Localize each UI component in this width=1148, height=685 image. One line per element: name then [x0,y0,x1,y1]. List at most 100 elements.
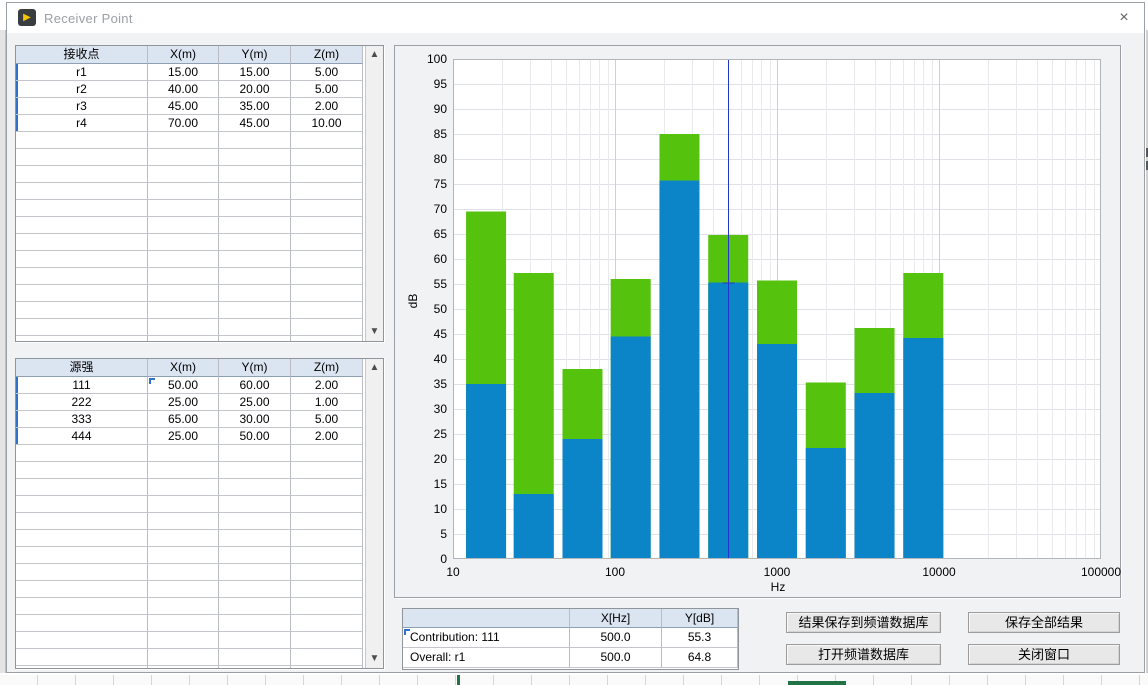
table-cell[interactable] [291,581,363,598]
table-cell[interactable]: 45.00 [148,98,219,115]
table-cell[interactable] [148,336,219,341]
table-cell[interactable] [16,581,148,598]
table-row-empty[interactable] [16,496,365,513]
table-cell[interactable] [148,217,219,234]
table-row[interactable]: 44425.0050.002.00 [16,428,365,445]
table-row-empty[interactable] [16,132,365,149]
table-cell[interactable]: 2.00 [291,98,363,115]
source-strength-table[interactable]: 源强X(m)Y(m)Z(m)11150.0060.002.0022225.002… [15,358,384,669]
table-cell[interactable] [148,632,219,649]
chart-plot-area[interactable] [453,59,1101,559]
table-cell[interactable]: 60.00 [219,377,291,394]
save-results-to-spectrum-db-button[interactable]: 结果保存到频谱数据库 [786,612,941,633]
table-cell[interactable] [291,302,363,319]
table-row[interactable]: r115.0015.005.00 [16,64,365,81]
table-cell[interactable] [16,183,148,200]
table-row-empty[interactable] [16,200,365,217]
table-cell[interactable] [148,166,219,183]
table-cell[interactable] [291,319,363,336]
table-cell[interactable] [16,302,148,319]
table-cell[interactable] [148,200,219,217]
table-cell[interactable]: 25.00 [148,428,219,445]
table-cell[interactable] [148,513,219,530]
table-cell[interactable] [16,319,148,336]
table-cell[interactable] [219,615,291,632]
scroll-up-icon[interactable]: ▲ [366,360,383,376]
table-cell[interactable] [219,132,291,149]
spectrum-chart[interactable]: dB Hz Source Contribution : 111Receiver … [394,45,1121,598]
table-row-empty[interactable] [16,149,365,166]
table-cell[interactable] [219,234,291,251]
table-cell[interactable] [16,513,148,530]
table-cell[interactable] [219,268,291,285]
save-all-results-button[interactable]: 保存全部结果 [968,612,1120,633]
table-cell[interactable] [148,462,219,479]
table-cell[interactable] [219,496,291,513]
table-cell[interactable] [16,598,148,615]
table-cell[interactable]: 35.00 [219,98,291,115]
table-cell[interactable] [219,598,291,615]
table-cell[interactable] [219,319,291,336]
table-cell[interactable]: 50.00 [148,377,219,394]
table-cell[interactable] [219,479,291,496]
table-cell[interactable] [291,217,363,234]
table-cell[interactable] [291,649,363,666]
table-cell[interactable]: 222 [16,394,148,411]
table-row[interactable]: 33365.0030.005.00 [16,411,365,428]
table-row-empty[interactable] [16,598,365,615]
table-cell[interactable]: r4 [16,115,148,132]
table-cell[interactable] [291,462,363,479]
table-cell[interactable]: 5.00 [291,411,363,428]
table-cell[interactable] [16,462,148,479]
table-cell[interactable] [16,530,148,547]
table-cell[interactable] [16,445,148,462]
table-row-empty[interactable] [16,183,365,200]
table-row-empty[interactable] [16,217,365,234]
table-row-empty[interactable] [16,336,365,341]
table-cell[interactable]: 1.00 [291,394,363,411]
table-cell[interactable] [219,251,291,268]
table-cell[interactable] [148,564,219,581]
table-row-empty[interactable] [16,547,365,564]
table-cell[interactable] [148,251,219,268]
table-cell[interactable] [16,251,148,268]
table-cell[interactable] [16,285,148,302]
table-cell[interactable]: 111 [16,377,148,394]
table-cell[interactable] [291,183,363,200]
table-row-empty[interactable] [16,319,365,336]
table-cell[interactable] [148,666,219,668]
scroll-down-icon[interactable]: ▼ [366,651,383,667]
table-cell[interactable]: 70.00 [148,115,219,132]
table-cell[interactable] [148,496,219,513]
table-row-empty[interactable] [16,166,365,183]
scroll-down-icon[interactable]: ▼ [366,324,383,340]
table-cell[interactable] [219,666,291,668]
table-cell[interactable] [219,183,291,200]
open-spectrum-db-button[interactable]: 打开频谱数据库 [786,644,941,665]
table-cell[interactable] [16,166,148,183]
table-row[interactable]: r470.0045.0010.00 [16,115,365,132]
table-row[interactable]: 22225.0025.001.00 [16,394,365,411]
table-cell[interactable]: 20.00 [219,81,291,98]
table-cell[interactable] [219,581,291,598]
table-cell[interactable]: 5.00 [291,64,363,81]
source-table-grid[interactable]: 源强X(m)Y(m)Z(m)11150.0060.002.0022225.002… [16,359,365,668]
table-row-empty[interactable] [16,302,365,319]
table-cell[interactable]: 65.00 [148,411,219,428]
table-cell[interactable] [219,336,291,341]
table-cell[interactable] [291,564,363,581]
table-row[interactable]: r240.0020.005.00 [16,81,365,98]
table-cell[interactable] [291,285,363,302]
table-cell[interactable] [148,268,219,285]
table-row-empty[interactable] [16,445,365,462]
table-cell[interactable]: r3 [16,98,148,115]
table-cell[interactable] [291,132,363,149]
table-cell[interactable] [291,149,363,166]
table-row-empty[interactable] [16,234,365,251]
table-row-empty[interactable] [16,564,365,581]
close-window-button[interactable]: 关闭窗口 [968,644,1120,665]
table-cell[interactable] [148,615,219,632]
table-cell[interactable] [16,336,148,341]
table-row-empty[interactable] [16,632,365,649]
receiver-table-scrollbar[interactable]: ▲ ▼ [365,46,383,341]
